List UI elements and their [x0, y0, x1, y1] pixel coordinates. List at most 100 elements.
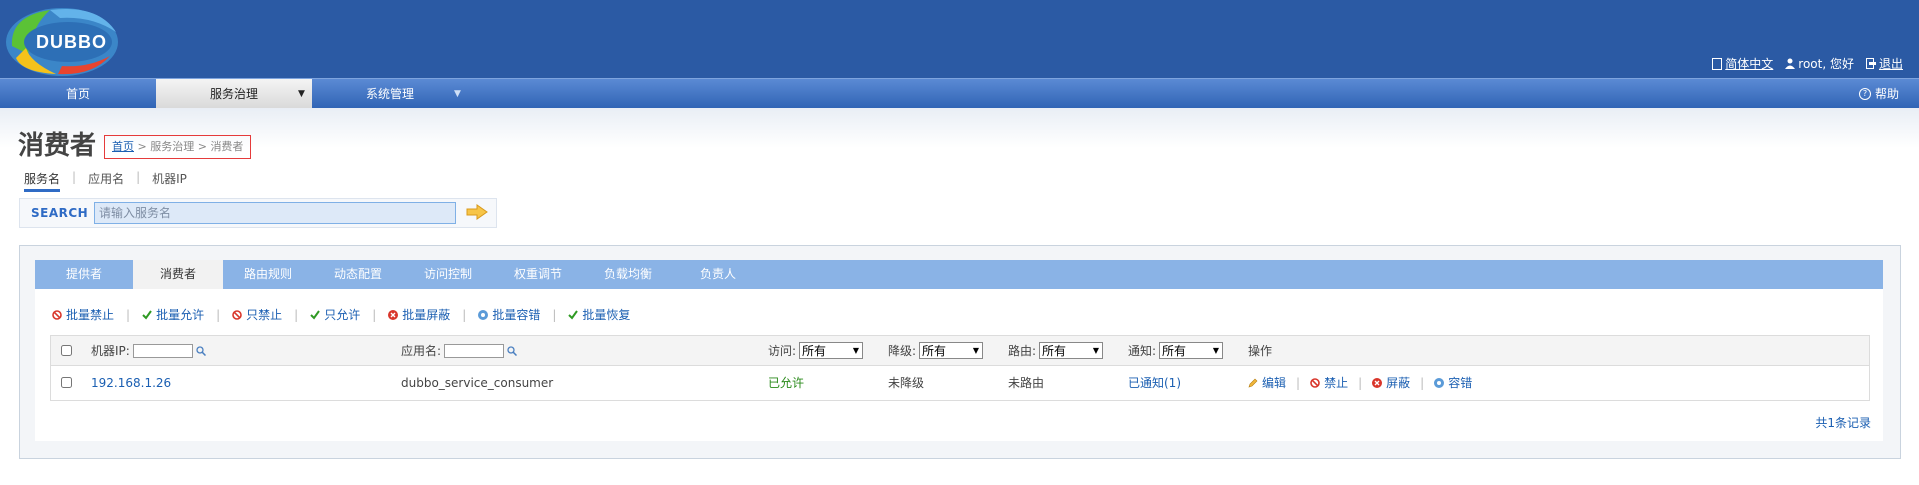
degrade-status: 未降级	[888, 376, 925, 390]
separator: |	[216, 307, 221, 322]
logout-label[interactable]: 退出	[1879, 55, 1903, 72]
ip-header-label: 机器IP:	[91, 344, 130, 358]
tab-providers[interactable]: 提供者	[35, 260, 133, 289]
mask-label: 屏蔽	[1386, 376, 1411, 390]
separator: |	[1358, 375, 1363, 390]
tolerate-button[interactable]: 容错	[1434, 374, 1472, 391]
tab-load-balance[interactable]: 负载均衡	[583, 260, 673, 289]
tab-access-control[interactable]: 访问控制	[403, 260, 493, 289]
chevron-down-icon: ▼	[454, 89, 461, 99]
chevron-down-icon: ▼	[1092, 346, 1100, 355]
mask-button[interactable]: 屏蔽	[1372, 374, 1410, 391]
tab-weights[interactable]: 权重调节	[493, 260, 583, 289]
separator: |	[372, 307, 377, 322]
batch-mask-button[interactable]: 批量屏蔽	[388, 306, 450, 323]
language-link[interactable]: 简体中文	[1712, 55, 1773, 72]
forbid-label: 禁止	[1324, 376, 1349, 390]
row-checkbox[interactable]	[61, 377, 72, 388]
tab-dynamic-config[interactable]: 动态配置	[313, 260, 403, 289]
pencil-icon	[1248, 378, 1258, 387]
app-filter-input[interactable]	[444, 343, 505, 358]
search-type-tabs: 服务名 | 应用名 | 机器IP	[24, 170, 187, 192]
panel-tabs: 提供者 消费者 路由规则 动态配置 访问控制 权重调节 负载均衡 负责人	[35, 260, 1883, 289]
search-input[interactable]	[94, 202, 456, 224]
ip-link[interactable]: 192.168.1.26	[91, 376, 171, 390]
search-icon[interactable]	[507, 345, 518, 356]
tab-routes[interactable]: 路由规则	[223, 260, 313, 289]
breadcrumb-home[interactable]: 首页	[112, 140, 134, 153]
document-icon	[1712, 57, 1723, 70]
row-select-cell	[61, 366, 72, 399]
tab-content: 批量禁止 | 批量允许 | 只禁止 | 只允许 | 批量屏蔽 | 批量容错 | …	[35, 289, 1883, 441]
degrade-filter-select[interactable]: 所有 ▼	[919, 342, 984, 359]
arrow-right-icon[interactable]	[466, 204, 488, 220]
user-icon	[1785, 58, 1796, 69]
edit-button[interactable]: 编辑	[1248, 374, 1286, 391]
separator: |	[136, 170, 141, 184]
ban-icon	[52, 309, 62, 320]
batch-tolerate-button[interactable]: 批量容错	[478, 306, 540, 323]
logout-icon	[1865, 58, 1876, 69]
help-link[interactable]: ? 帮助	[1858, 79, 1899, 109]
search-tab-ip[interactable]: 机器IP	[152, 170, 187, 192]
breadcrumb-sep: >	[197, 140, 207, 153]
ip-filter-input[interactable]	[132, 343, 193, 358]
check-icon	[142, 309, 152, 320]
batch-recover-label: 批量恢复	[582, 308, 631, 322]
check-icon	[568, 309, 579, 320]
tab-owners[interactable]: 负责人	[673, 260, 763, 289]
tab-consumers[interactable]: 消费者	[133, 260, 223, 289]
ip-header: 机器IP:	[91, 336, 206, 365]
access-status: 已允许	[768, 376, 805, 390]
help-icon: ?	[1858, 88, 1871, 100]
close-circle-icon	[1372, 377, 1383, 388]
separator: |	[1296, 375, 1301, 390]
access-filter-select[interactable]: 所有 ▼	[799, 342, 864, 359]
notify-link[interactable]: 已通知(1)	[1128, 374, 1181, 391]
nav-system-management[interactable]: 系统管理 ▼	[312, 79, 468, 109]
notify-filter-select[interactable]: 所有 ▼	[1159, 342, 1224, 359]
check-icon	[310, 309, 321, 320]
ban-icon	[232, 309, 242, 320]
dubbo-logo: DUBBO	[2, 2, 144, 78]
batch-recover-button[interactable]: 批量恢复	[568, 306, 630, 323]
notify-header-label: 通知:	[1128, 344, 1157, 358]
separator: |	[72, 170, 77, 184]
consumer-panel: 提供者 消费者 路由规则 动态配置 访问控制 权重调节 负载均衡 负责人 批量禁…	[19, 245, 1901, 459]
notify-filter-value: 所有	[1162, 344, 1187, 358]
separator: |	[294, 307, 299, 322]
nav-service-governance[interactable]: 服务治理 ▼	[156, 79, 312, 109]
route-filter-value: 所有	[1042, 344, 1067, 358]
degrade-header: 降级: 所有 ▼	[888, 336, 984, 365]
only-allow-button[interactable]: 只允许	[310, 306, 360, 323]
search-box: SEARCH	[19, 198, 497, 228]
forbid-button[interactable]: 禁止	[1310, 374, 1348, 391]
notify-header: 通知: 所有 ▼	[1128, 336, 1224, 365]
table-header: 机器IP: 应用名: 访问: 所有 ▼ 降级: 所有 ▼ 路由: 所有 ▼ 通知…	[51, 336, 1869, 366]
logout-link[interactable]: 退出	[1865, 55, 1903, 72]
batch-allow-button[interactable]: 批量允许	[142, 306, 204, 323]
header-band	[0, 108, 1919, 148]
only-forbid-button[interactable]: 只禁止	[232, 306, 282, 323]
access-header: 访问: 所有 ▼	[768, 336, 864, 365]
search-label: SEARCH	[31, 206, 89, 220]
language-label[interactable]: 简体中文	[1725, 55, 1773, 72]
breadcrumb-sep: >	[137, 140, 147, 153]
breadcrumb: 首页 > 服务治理 > 消费者	[104, 135, 252, 159]
search-tab-service[interactable]: 服务名	[24, 170, 61, 192]
record-count: 共1条记录	[1815, 416, 1871, 430]
nav-home[interactable]: 首页	[0, 79, 156, 109]
search-icon[interactable]	[196, 345, 206, 356]
breadcrumb-level3: 消费者	[210, 140, 244, 153]
select-all-checkbox[interactable]	[61, 345, 72, 356]
tolerate-label: 容错	[1448, 376, 1473, 390]
batch-forbid-label: 批量禁止	[66, 308, 115, 322]
route-filter-select[interactable]: 所有 ▼	[1039, 342, 1104, 359]
search-tab-app[interactable]: 应用名	[88, 170, 124, 192]
route-status: 未路由	[1008, 376, 1045, 390]
app-header-label: 应用名:	[401, 344, 442, 358]
chevron-down-icon: ▼	[298, 89, 305, 99]
gear-icon	[1434, 377, 1445, 388]
help-label[interactable]: 帮助	[1875, 79, 1899, 109]
batch-forbid-button[interactable]: 批量禁止	[52, 306, 114, 323]
